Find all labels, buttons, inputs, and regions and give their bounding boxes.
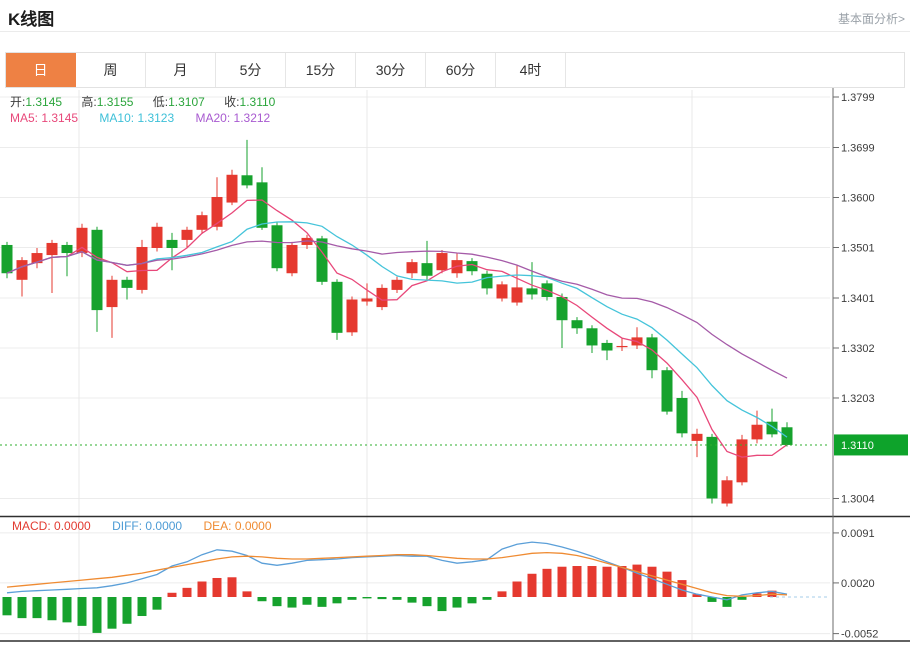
svg-text:0.0091: 0.0091 xyxy=(841,528,875,540)
ma20-value: MA20: 1.3212 xyxy=(195,111,270,125)
svg-text:1.3600: 1.3600 xyxy=(841,192,875,204)
open-value: 开:1.3145 xyxy=(10,95,62,109)
y-axis-labels: 1.3799 1.3699 1.3600 1.3501 1.3401 1.3302 1.32… xyxy=(833,92,878,641)
macd-value: MACD: 0.0000 xyxy=(12,519,91,533)
svg-text:-0.0052: -0.0052 xyxy=(841,629,878,641)
macd-legend: MACD: 0.0000 DIFF: 0.0000 DEA: 0.0000 xyxy=(12,519,272,533)
svg-text:1.3699: 1.3699 xyxy=(841,143,875,155)
candles xyxy=(2,140,793,507)
svg-text:1.3004: 1.3004 xyxy=(841,493,875,505)
ma10-value: MA10: 1.3123 xyxy=(99,111,174,125)
diff-value: DIFF: 0.0000 xyxy=(112,519,182,533)
high-value: 高:1.3155 xyxy=(81,95,133,109)
svg-text:1.3401: 1.3401 xyxy=(841,293,875,305)
svg-text:0.0020: 0.0020 xyxy=(841,578,875,590)
current-price-marker: 1.3110 xyxy=(0,434,908,455)
close-value: 收:1.3110 xyxy=(224,95,275,109)
ma-legend: MA5: 1.3145 MA10: 1.3123 MA20: 1.3212 xyxy=(10,111,270,125)
dea-value: DEA: 0.0000 xyxy=(203,519,271,533)
svg-text:1.3110: 1.3110 xyxy=(841,440,874,452)
svg-text:1.3799: 1.3799 xyxy=(841,92,875,104)
svg-text:1.3203: 1.3203 xyxy=(841,393,875,405)
low-value: 低:1.3107 xyxy=(153,95,205,109)
ma5-line xyxy=(7,200,787,457)
gridlines xyxy=(0,90,830,641)
ma5-value: MA5: 1.3145 xyxy=(10,111,78,125)
ohlc-legend: 开:1.3145 高:1.3155 低:1.3107 收:1.3110 xyxy=(10,93,291,110)
svg-text:1.3302: 1.3302 xyxy=(841,343,875,355)
ma-lines xyxy=(7,200,787,457)
ma20-line xyxy=(7,241,787,378)
svg-text:1.3501: 1.3501 xyxy=(841,242,875,254)
